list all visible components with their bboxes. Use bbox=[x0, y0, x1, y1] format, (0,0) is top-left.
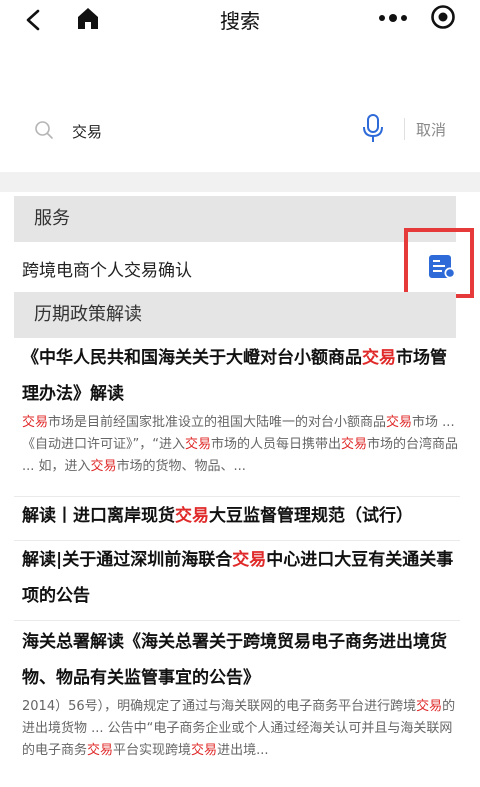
top-nav-bar: 搜索 bbox=[0, 0, 480, 42]
keyword-highlight: 交易 bbox=[90, 459, 117, 474]
search-icon bbox=[35, 121, 53, 139]
keyword-highlight: 交易 bbox=[341, 437, 368, 452]
article-item[interactable]: 解读|关于通过深圳前海联合交易中心进口大豆有关通关事项的公告 bbox=[14, 542, 460, 621]
keyword-highlight: 交易 bbox=[232, 550, 267, 570]
article-item[interactable]: 解读丨进口离岸现货交易大豆监督管理规范（试行） bbox=[14, 498, 460, 541]
section-header-service: 服务 bbox=[14, 196, 456, 242]
keyword-highlight: 交易 bbox=[191, 743, 218, 758]
article-title: 解读丨进口离岸现货交易大豆监督管理规范（试行） bbox=[22, 506, 413, 526]
article-excerpt: 交易市场是目前经国家批准设立的祖国大陆唯一的对台小额商品交易市场 ... 《自动… bbox=[22, 415, 459, 474]
article-excerpt: 2014）56号），明确规定了通过与海关联网的电子商务平台进行跨境交易的进出境货… bbox=[22, 699, 456, 758]
more-icon[interactable] bbox=[376, 8, 410, 28]
keyword-highlight: 交易 bbox=[416, 699, 443, 714]
cancel-button[interactable]: 取消 bbox=[416, 119, 446, 140]
keyword-highlight: 交易 bbox=[386, 415, 413, 430]
keyword-highlight: 交易 bbox=[362, 348, 396, 368]
article-title: 《中华人民共和国海关关于大嶝对台小额商品交易市场管理办法》解读 bbox=[22, 348, 447, 404]
keyword-highlight: 交易 bbox=[184, 437, 211, 452]
close-miniprogram-icon[interactable] bbox=[430, 4, 456, 30]
keyword-highlight: 交易 bbox=[22, 415, 49, 430]
search-input[interactable] bbox=[70, 118, 354, 144]
keyword-highlight: 交易 bbox=[175, 506, 209, 526]
search-bar: 取消 bbox=[24, 104, 456, 156]
service-item-label: 跨境电商个人交易确认 bbox=[22, 261, 192, 281]
article-item[interactable]: 海关总署解读《海关总署关于跨境贸易电子商务进出境货物、物品有关监管事宜的公告》 … bbox=[14, 624, 460, 784]
article-item[interactable]: 《中华人民共和国海关关于大嶝对台小额商品交易市场管理办法》解读 交易市场是目前经… bbox=[14, 340, 460, 497]
article-title: 海关总署解读《海关总署关于跨境贸易电子商务进出境货物、物品有关监管事宜的公告》 bbox=[22, 632, 447, 688]
keyword-highlight: 交易 bbox=[87, 743, 114, 758]
article-title: 解读|关于通过深圳前海联合交易中心进口大豆有关通关事项的公告 bbox=[22, 550, 454, 606]
service-item-cross-border-confirm[interactable]: 跨境电商个人交易确认 bbox=[14, 242, 456, 292]
section-header-policy: 历期政策解读 bbox=[14, 292, 456, 338]
annotation-highlight-box bbox=[404, 228, 474, 298]
section-spacer bbox=[0, 172, 480, 192]
search-divider bbox=[404, 118, 405, 140]
microphone-icon[interactable] bbox=[362, 114, 384, 144]
